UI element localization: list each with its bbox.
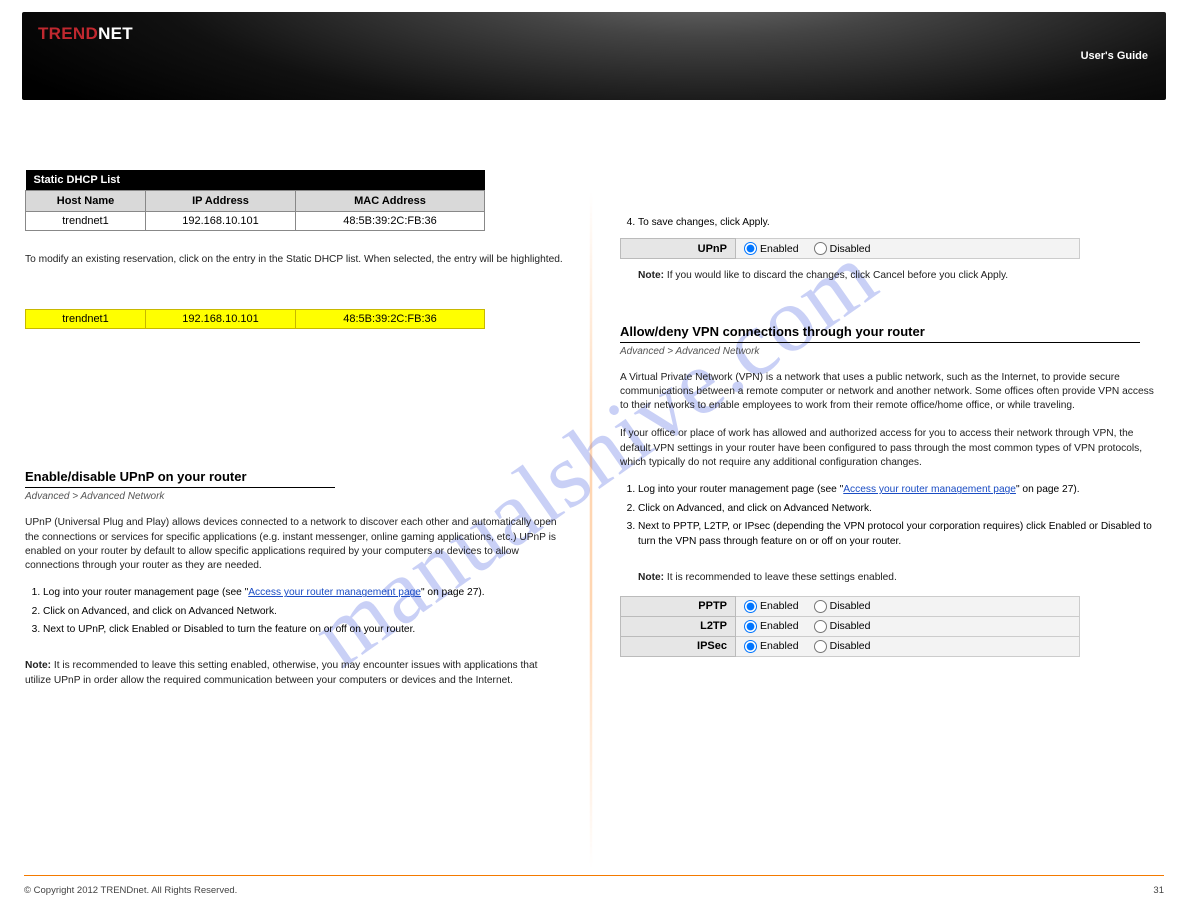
upnp-step4-list: To save changes, click Apply. bbox=[638, 215, 1160, 230]
upnp-enabled-option[interactable]: Enabled bbox=[744, 243, 799, 255]
col-mac: MAC Address bbox=[296, 191, 485, 212]
vpn-breadcrumb: Advanced > Advanced Network bbox=[620, 346, 1160, 357]
ipsec-enabled-radio[interactable] bbox=[744, 640, 757, 653]
vpn-step-1: Log into your router management page (se… bbox=[638, 482, 1160, 497]
upnp-controls: Enabled Disabled bbox=[736, 239, 1080, 259]
modify-reservation-text: To modify an existing reservation, click… bbox=[25, 253, 565, 267]
vpn-para-1: A Virtual Private Network (VPN) is a net… bbox=[620, 371, 1160, 414]
vpn-heading: Allow/deny VPN connections through your … bbox=[620, 324, 1140, 343]
guide-title: User's Guide bbox=[1081, 50, 1148, 62]
ipsec-disabled-radio[interactable] bbox=[814, 640, 827, 653]
upnp-description: UPnP (Universal Plug and Play) allows de… bbox=[25, 516, 565, 573]
hl-ip: 192.168.10.101 bbox=[146, 310, 296, 329]
upnp-setting-row: UPnP Enabled Disabled bbox=[620, 238, 1080, 259]
right-column: To save changes, click Apply. UPnP Enabl… bbox=[620, 170, 1160, 657]
router-mgmt-link-2[interactable]: Access your router management page bbox=[843, 484, 1016, 495]
column-divider bbox=[590, 190, 592, 870]
footer-divider bbox=[24, 875, 1164, 876]
pptp-enabled-option[interactable]: Enabled bbox=[744, 600, 799, 612]
brand-prefix: TREND bbox=[38, 24, 98, 43]
l2tp-disabled-radio[interactable] bbox=[814, 620, 827, 633]
vpn-step-3: Next to PPTP, L2TP, or IPsec (depending … bbox=[638, 519, 1160, 550]
table-row[interactable]: trendnet1 192.168.10.101 48:5B:39:2C:FB:… bbox=[26, 212, 485, 231]
upnp-heading: Enable/disable UPnP on your router bbox=[25, 469, 335, 488]
footer: © Copyright 2012 TRENDnet. All Rights Re… bbox=[24, 885, 1164, 896]
upnp-step-1: Log into your router management page (se… bbox=[43, 585, 565, 600]
pptp-enabled-radio[interactable] bbox=[744, 600, 757, 613]
col-ip: IP Address bbox=[146, 191, 296, 212]
vpn-para-2: If your office or place of work has allo… bbox=[620, 427, 1160, 470]
l2tp-enabled-option[interactable]: Enabled bbox=[744, 620, 799, 632]
page-number: 31 bbox=[1153, 885, 1164, 896]
pptp-label: PPTP bbox=[621, 596, 736, 616]
ipsec-disabled-option[interactable]: Disabled bbox=[814, 640, 871, 652]
hl-mac: 48:5B:39:2C:FB:36 bbox=[296, 310, 485, 329]
copyright-text: © Copyright 2012 TRENDnet. All Rights Re… bbox=[24, 885, 237, 896]
l2tp-disabled-option[interactable]: Disabled bbox=[814, 620, 871, 632]
col-host: Host Name bbox=[26, 191, 146, 212]
upnp-disabled-option[interactable]: Disabled bbox=[814, 243, 871, 255]
brand-suffix: NET bbox=[98, 24, 133, 43]
upnp-step-3: Next to UPnP, click Enabled or Disabled … bbox=[43, 622, 565, 637]
apply-cancel-note: Note: If you would like to discard the c… bbox=[638, 269, 1160, 283]
cell-mac: 48:5B:39:2C:FB:36 bbox=[296, 212, 485, 231]
upnp-step-4: To save changes, click Apply. bbox=[638, 215, 1160, 230]
router-mgmt-link[interactable]: Access your router management page bbox=[248, 587, 421, 598]
vpn-step-2: Click on Advanced, and click on Advanced… bbox=[638, 501, 1160, 516]
upnp-steps: Log into your router management page (se… bbox=[43, 585, 565, 637]
pptp-disabled-radio[interactable] bbox=[814, 600, 827, 613]
upnp-disabled-radio[interactable] bbox=[814, 242, 827, 255]
highlighted-row[interactable]: trendnet1 192.168.10.101 48:5B:39:2C:FB:… bbox=[25, 309, 485, 329]
cell-ip: 192.168.10.101 bbox=[146, 212, 296, 231]
l2tp-enabled-radio[interactable] bbox=[744, 620, 757, 633]
vpn-steps: Log into your router management page (se… bbox=[638, 482, 1160, 549]
ipsec-enabled-option[interactable]: Enabled bbox=[744, 640, 799, 652]
pptp-disabled-option[interactable]: Disabled bbox=[814, 600, 871, 612]
upnp-breadcrumb: Advanced > Advanced Network bbox=[25, 491, 565, 502]
static-dhcp-table: Static DHCP List Host Name IP Address MA… bbox=[25, 170, 485, 231]
upnp-enabled-radio[interactable] bbox=[744, 242, 757, 255]
static-dhcp-title: Static DHCP List bbox=[26, 170, 485, 191]
l2tp-label: L2TP bbox=[621, 616, 736, 636]
hl-host: trendnet1 bbox=[26, 310, 146, 329]
brand-title: TRENDNET bbox=[38, 24, 133, 44]
left-column: Static DHCP List Host Name IP Address MA… bbox=[25, 170, 565, 688]
upnp-step-2: Click on Advanced, and click on Advanced… bbox=[43, 604, 565, 619]
upnp-label: UPnP bbox=[621, 239, 736, 259]
vpn-settings-table: PPTP Enabled Disabled L2TP Enabled Disab… bbox=[620, 596, 1080, 657]
ipsec-label: IPSec bbox=[621, 636, 736, 656]
header-banner: TRENDNET User's Guide bbox=[22, 12, 1166, 100]
vpn-note: Note: It is recommended to leave these s… bbox=[638, 571, 1160, 585]
cell-host: trendnet1 bbox=[26, 212, 146, 231]
upnp-note: Note: It is recommended to leave this se… bbox=[25, 659, 565, 688]
